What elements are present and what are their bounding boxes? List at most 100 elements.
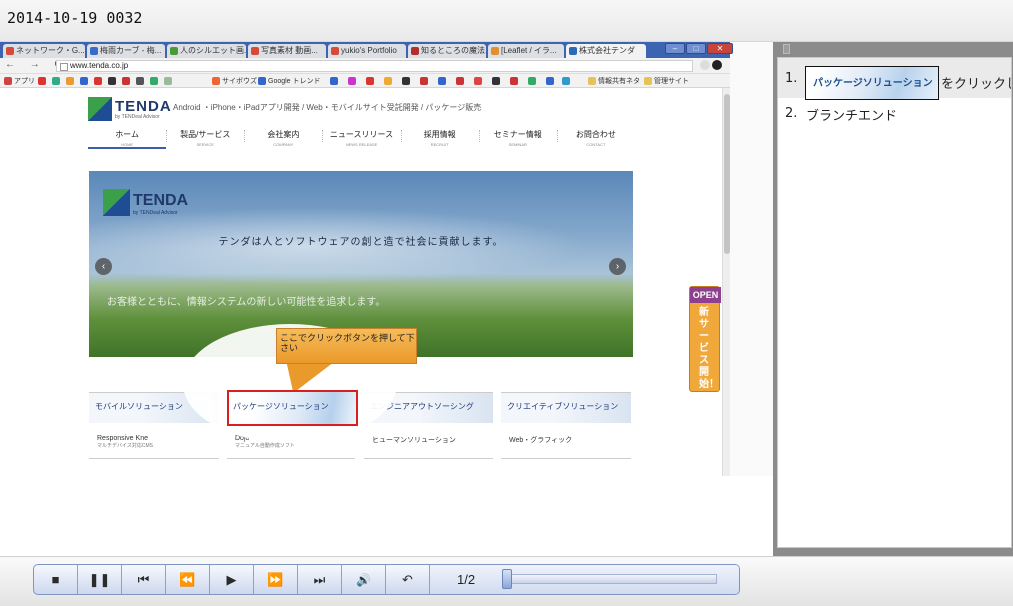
nav-recruit: 採用情報 RECRUIT — [400, 125, 479, 149]
rewind-icon[interactable]: ⏪ — [166, 565, 210, 594]
browser-tab: ネットワーク・G... — [3, 44, 85, 58]
bookmark-icon — [492, 77, 500, 85]
bookmark-icon — [420, 77, 428, 85]
step-number: 1. — [785, 71, 798, 86]
tab-favicon-icon — [251, 47, 259, 55]
folder-icon — [588, 77, 596, 85]
tab-label: yukio's Portfolio — [341, 46, 397, 55]
site-nav: ホーム HOME 製品/サービス SERVICE 会社案内 COMPANY ニュースリ… — [88, 125, 635, 149]
banner-headline: テンダは人とソフトウェアの創と造で社会に貢献します。 — [218, 237, 504, 248]
step-thumbnail: パッケージソリューション — [805, 66, 939, 100]
bookmark-bar: アプリ サイボウズ Google トレンド 情報共有ネタ 管理サイト — [0, 74, 730, 88]
tab-label: 株式会社テンダ — [579, 46, 635, 55]
nav-seminar: セミナー情報 SEMINAR — [478, 125, 557, 149]
step-item-1[interactable]: 1. パッケージソリューション をクリックし — [778, 58, 1012, 100]
progress-track[interactable] — [505, 574, 717, 584]
bookmark-icon — [330, 77, 338, 85]
bookmark-icon — [150, 77, 158, 85]
volume-icon[interactable]: 🔊 — [342, 565, 386, 594]
tab-label: 知るところの魔法... — [421, 46, 486, 55]
skip-start-icon[interactable]: ⏮ — [122, 565, 166, 594]
address-row: ← → C www.tenda.co.jp — [0, 58, 730, 74]
bookmark-icon — [80, 77, 88, 85]
banner-logo-sub: by TENDeal Advisor — [133, 210, 178, 216]
bookmark-icon — [546, 77, 554, 85]
browser-tab: yukio's Portfolio — [328, 44, 406, 58]
minimize-icon: – — [665, 43, 685, 54]
bookmark-icon — [122, 77, 130, 85]
page-counter: 1/2 — [457, 572, 476, 587]
bookmark-icon — [348, 77, 356, 85]
step-number: 2. — [785, 106, 798, 121]
fast-forward-icon[interactable]: ⏩ — [254, 565, 298, 594]
google-trends-icon — [258, 77, 266, 85]
apps-icon — [4, 77, 12, 85]
tab-favicon-icon — [331, 47, 339, 55]
nav-news: ニュースリリース NEWS RELEASE — [322, 125, 400, 149]
open-label: OPEN — [690, 287, 721, 303]
bookmark-icon — [474, 77, 482, 85]
click-target-highlight[interactable]: パッケージソリューション — [227, 390, 358, 426]
browser-tab: 知るところの魔法... — [408, 44, 486, 58]
step-text: ブランチエンド — [806, 109, 898, 124]
banner-logo-icon — [103, 189, 130, 216]
page-indicator: 1/2 — [430, 565, 739, 594]
tab-favicon-icon — [491, 47, 499, 55]
site-tagline: Android ・iPhone・iPadアプリ開発 / Web・モバイルサイト受… — [173, 103, 482, 112]
address-bar: www.tenda.co.jp — [56, 60, 693, 72]
banner-subline: お客様とともに、情報システムの新しい可能性を追求します。 — [107, 297, 386, 308]
bookmark-icon — [456, 77, 464, 85]
step-item-2[interactable]: 2. ブランチエンド — [778, 98, 1011, 128]
star-icon — [700, 60, 710, 70]
bookmark-icon — [438, 77, 446, 85]
tab-favicon-icon — [90, 47, 98, 55]
undo-icon[interactable]: ↶ — [386, 565, 430, 594]
tab-favicon-icon — [411, 47, 419, 55]
cybozu-icon — [212, 77, 220, 85]
browser-tab: 梅雨カーブ - 梅... — [87, 44, 165, 58]
bookmark-icon — [528, 77, 536, 85]
browser-tab: 写真素材 動画... — [248, 44, 326, 58]
solution-heading: クリエイティブソリューション — [501, 393, 631, 423]
browser-tab: 人のシルエット画... — [167, 44, 246, 58]
viewer-blank-area — [0, 476, 773, 556]
callout-balloon: ここでクリックボタンを押して下さい — [276, 328, 417, 364]
splitter-grip[interactable] — [783, 44, 790, 54]
bookmark-folder-admin: 管理サイト — [654, 78, 689, 85]
stop-icon[interactable]: ■ — [34, 565, 78, 594]
tab-favicon-icon — [6, 47, 14, 55]
tenda-logo-icon — [88, 97, 112, 121]
step-text: をクリックし — [941, 77, 1012, 92]
bookmark-icon — [402, 77, 410, 85]
folder-icon — [644, 77, 652, 85]
open-badge: OPEN 新サービス開始！ — [689, 286, 721, 392]
player-window: 2014-10-19 0032 ネットワーク・G... 梅雨カーブ - 梅... 人… — [0, 0, 1013, 606]
title-bar: 2014-10-19 0032 — [0, 0, 1013, 42]
site-name: TENDA — [115, 98, 172, 115]
bookmark-folder-info: 情報共有ネタ — [598, 78, 640, 85]
page-scrollbar — [722, 88, 730, 476]
play-icon[interactable]: ▶ — [210, 565, 254, 594]
extension-icon — [712, 60, 722, 70]
tab-favicon-icon — [569, 47, 577, 55]
bookmark-icon — [510, 77, 518, 85]
browser-tab: [Leaflet / イラ... — [488, 44, 564, 58]
bookmark-icon — [94, 77, 102, 85]
open-badge-text: 新サービス開始！ — [699, 307, 719, 390]
tab-label: 梅雨カーブ - 梅... — [100, 46, 162, 55]
browser-tab-strip: ネットワーク・G... 梅雨カーブ - 梅... 人のシルエット画... 写真素材 動… — [0, 42, 733, 58]
progress-slider-knob[interactable] — [502, 569, 512, 589]
bookmark-icon — [52, 77, 60, 85]
banner-logo: TENDA — [133, 192, 189, 209]
control-group: ■ ❚❚ ⏮ ⏪ ▶ ⏩ ⏭ 🔊 ↶ 1/2 — [33, 564, 740, 595]
bookmark-icon — [38, 77, 46, 85]
nav-home: ホーム HOME — [88, 125, 167, 149]
bookmark-icon — [136, 77, 144, 85]
pause-icon[interactable]: ❚❚ — [78, 565, 122, 594]
skip-end-icon[interactable]: ⏭ — [298, 565, 342, 594]
player-controls: ■ ❚❚ ⏮ ⏪ ▶ ⏩ ⏭ 🔊 ↶ 1/2 — [0, 556, 1013, 606]
tab-label: [Leaflet / イラ... — [501, 46, 557, 55]
screenshot-viewer[interactable]: ネットワーク・G... 梅雨カーブ - 梅... 人のシルエット画... 写真素材 動… — [0, 42, 773, 476]
tab-label: 人のシルエット画... — [180, 46, 246, 55]
close-icon: ✕ — [707, 43, 733, 54]
